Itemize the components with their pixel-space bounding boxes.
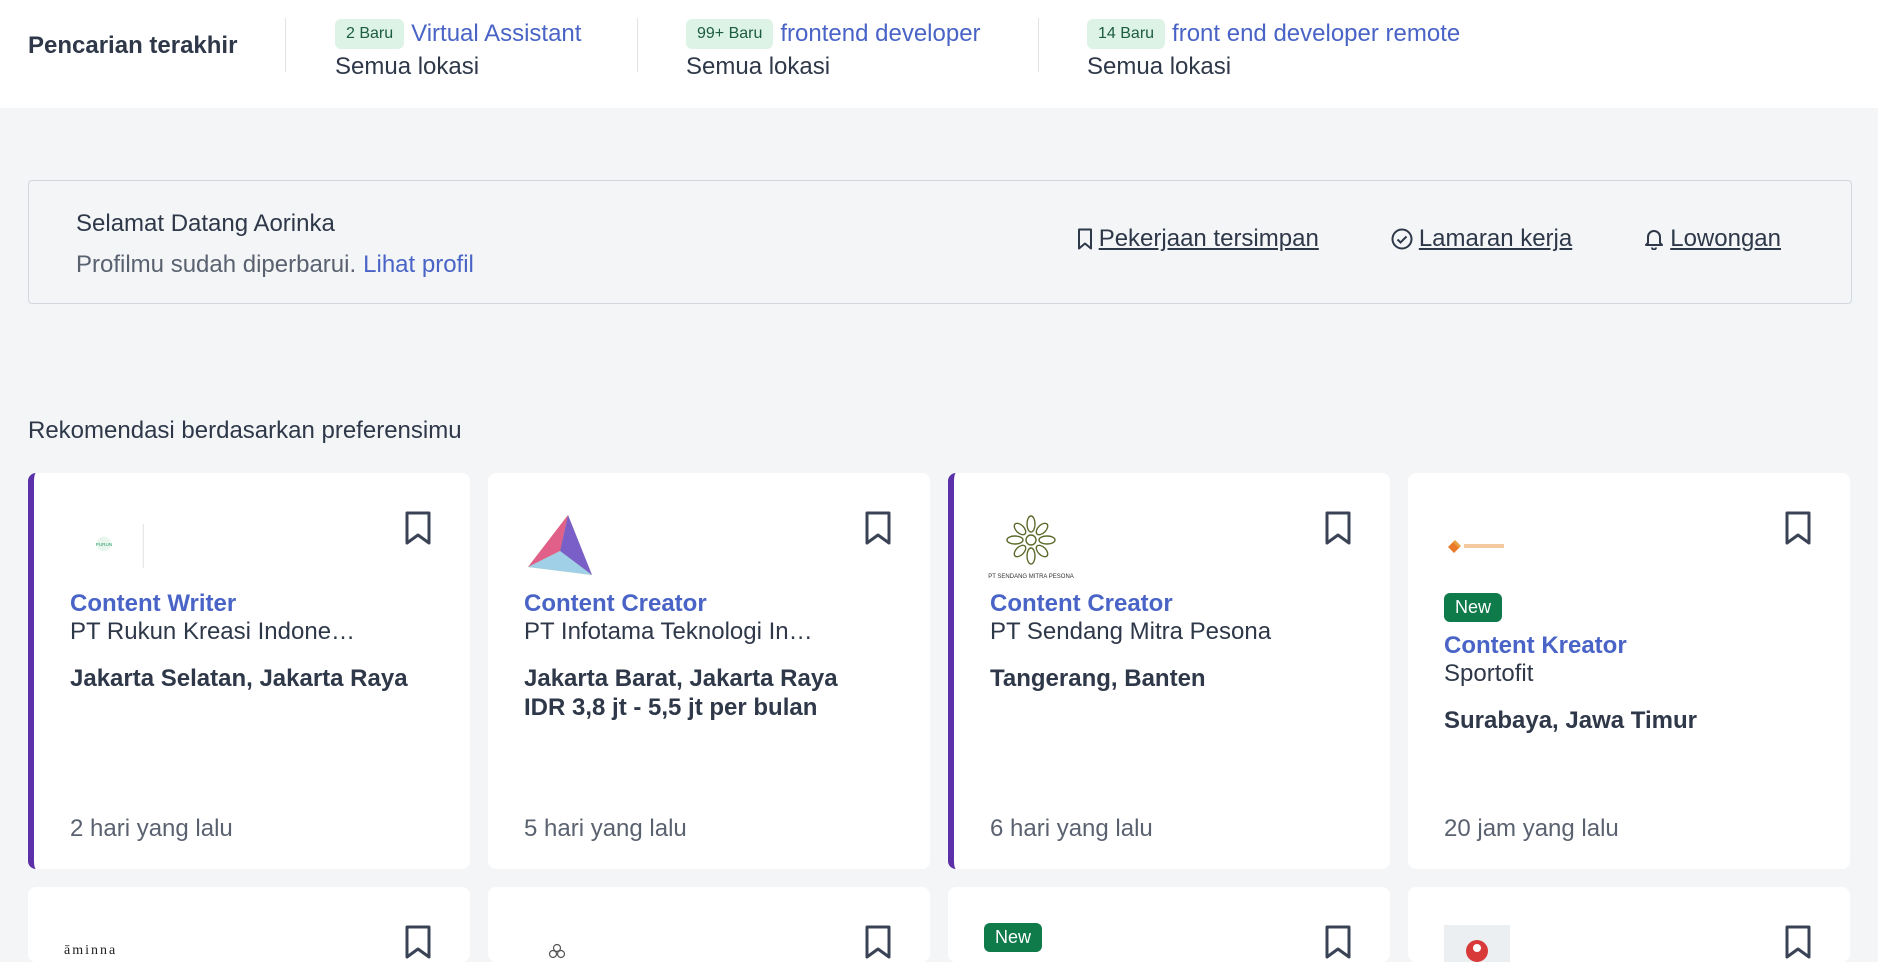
- new-badge: New: [984, 923, 1043, 952]
- company-name: PT Infotama Teknologi In…: [524, 618, 813, 645]
- applications-link[interactable]: Lamaran kerja: [1391, 225, 1572, 253]
- company-logo: [548, 943, 566, 959]
- job-location: Surabaya, Jawa Timur: [1444, 707, 1698, 734]
- job-card[interactable]: New Content Kreator Sportofit Surabaya, …: [1408, 473, 1850, 869]
- company-logo: PURUN: [64, 511, 144, 581]
- company-name: Sportofit: [1444, 660, 1534, 687]
- check-circle-icon: [1391, 228, 1413, 250]
- bookmark-icon: [1077, 228, 1092, 250]
- bell-icon: [1645, 230, 1664, 250]
- job-card[interactable]: New: [948, 887, 1390, 962]
- job-card[interactable]: [488, 887, 930, 962]
- profile-status-text: Profilmu sudah diperbarui.: [76, 251, 357, 278]
- new-badge: New: [1444, 593, 1503, 622]
- recent-searches-bar: Pencarian terakhir 2 Baru Virtual Assist…: [0, 0, 1878, 108]
- company-name: PT Sendang Mitra Pesona: [990, 618, 1272, 645]
- new-count-badge: 14 Baru: [1087, 19, 1166, 49]
- job-card[interactable]: PURUN Content Writer PT Rukun Kreasi Ind…: [28, 473, 470, 869]
- company-logo: [1444, 511, 1524, 581]
- recent-search-location: Semua lokasi: [1087, 53, 1232, 80]
- recent-search-location: Semua lokasi: [686, 53, 831, 80]
- job-location: Jakarta Selatan, Jakarta Raya: [70, 665, 408, 692]
- recent-searches-title: Pencarian terakhir: [28, 32, 238, 59]
- bookmark-icon[interactable]: [1324, 925, 1352, 959]
- bookmark-icon[interactable]: [864, 925, 892, 959]
- job-alerts-link[interactable]: Lowongan: [1644, 225, 1781, 253]
- job-card[interactable]: āminna: [28, 887, 470, 962]
- job-alerts-label: Lowongan: [1670, 225, 1781, 252]
- salary: IDR 3,8 jt - 5,5 jt per bulan: [524, 694, 818, 721]
- svg-text:PURUN: PURUN: [96, 542, 113, 547]
- company-logo: āminna: [64, 943, 118, 958]
- recent-search-location: Semua lokasi: [335, 53, 480, 80]
- logo-text: PT SENDANG MITRA PESONA: [988, 574, 1074, 580]
- saved-jobs-link[interactable]: Pekerjaan tersimpan: [1077, 225, 1319, 253]
- saved-jobs-label: Pekerjaan tersimpan: [1098, 225, 1319, 252]
- recent-search-query[interactable]: Virtual Assistant: [411, 18, 581, 50]
- job-location: Tangerang, Banten: [990, 665, 1206, 692]
- recent-search-item[interactable]: 2 Baru Virtual Assistant Semua lokasi: [335, 18, 581, 82]
- job-title[interactable]: Content Kreator: [1444, 632, 1627, 660]
- bookmark-icon[interactable]: [1324, 511, 1352, 545]
- welcome-greeting: Selamat Datang Aorinka: [76, 210, 335, 237]
- job-title[interactable]: Content Writer: [70, 590, 236, 618]
- posted-time: 20 jam yang lalu: [1444, 815, 1619, 842]
- job-card[interactable]: PT SENDANG MITRA PESONA Content Creator …: [948, 473, 1390, 869]
- recent-search-query[interactable]: frontend developer: [780, 18, 980, 50]
- recent-search-query[interactable]: front end developer remote: [1172, 18, 1460, 50]
- job-card[interactable]: Content Creator PT Infotama Teknologi In…: [488, 473, 930, 869]
- posted-time: 2 hari yang lalu: [70, 815, 233, 842]
- job-title[interactable]: Content Creator: [524, 590, 707, 618]
- company-logo: [1444, 925, 1510, 962]
- recommendations-title: Rekomendasi berdasarkan preferensimu: [28, 417, 462, 444]
- bookmark-icon[interactable]: [404, 511, 432, 545]
- view-profile-link[interactable]: Lihat profil: [363, 251, 474, 278]
- bookmark-icon[interactable]: [864, 511, 892, 545]
- recent-search-item[interactable]: 99+ Baru frontend developer Semua lokasi: [686, 18, 981, 82]
- welcome-panel: Selamat Datang Aorinka Profilmu sudah di…: [28, 180, 1852, 304]
- new-count-badge: 99+ Baru: [686, 19, 774, 49]
- divider: [637, 18, 638, 72]
- company-name: PT Rukun Kreasi Indone…: [70, 618, 356, 645]
- posted-time: 5 hari yang lalu: [524, 815, 687, 842]
- company-logo: [524, 511, 604, 581]
- divider: [1038, 18, 1039, 72]
- profile-status: Profilmu sudah diperbarui. Lihat profil: [76, 251, 474, 279]
- job-title[interactable]: Content Creator: [990, 590, 1173, 618]
- bookmark-icon[interactable]: [1784, 511, 1812, 545]
- divider: [285, 18, 286, 72]
- quick-links: Pekerjaan tersimpan Lamaran kerja Lowong…: [1005, 225, 1781, 253]
- job-card[interactable]: [1408, 887, 1850, 962]
- posted-time: 6 hari yang lalu: [990, 815, 1153, 842]
- bookmark-icon[interactable]: [404, 925, 432, 959]
- company-logo: PT SENDANG MITRA PESONA: [984, 511, 1084, 581]
- recent-search-item[interactable]: 14 Baru front end developer remote Semua…: [1087, 18, 1460, 82]
- job-location: Jakarta Barat, Jakarta Raya: [524, 665, 838, 692]
- new-count-badge: 2 Baru: [335, 19, 405, 49]
- applications-label: Lamaran kerja: [1418, 225, 1573, 252]
- bookmark-icon[interactable]: [1784, 925, 1812, 959]
